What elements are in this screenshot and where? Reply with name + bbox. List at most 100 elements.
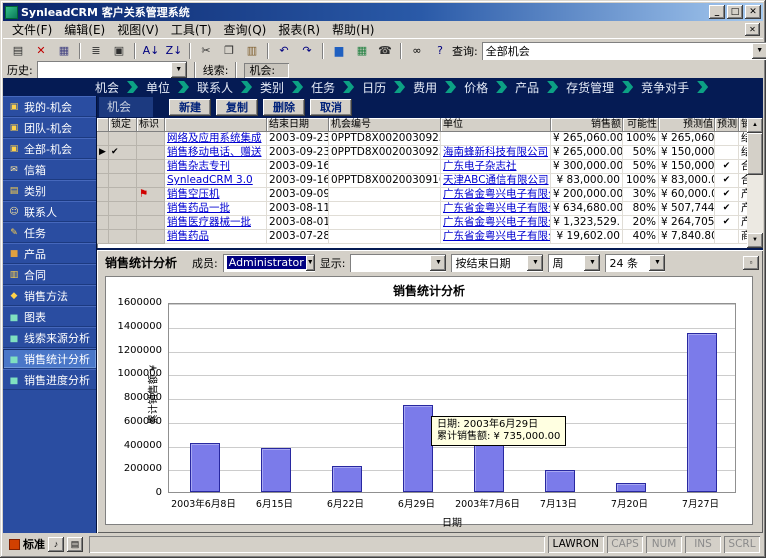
column-header[interactable]: 结束日期 bbox=[267, 118, 329, 132]
period-combobox[interactable]: 周 ▼ bbox=[548, 254, 600, 272]
sidebar-item-13[interactable]: ▅销售进度分析 bbox=[3, 369, 96, 390]
sidebar-item-4[interactable]: ▤类别 bbox=[3, 180, 96, 201]
cut-icon[interactable]: ✂ bbox=[195, 41, 217, 61]
tab-2[interactable]: 联系人 bbox=[189, 79, 241, 96]
sidebar-item-9[interactable]: ◆销售方法 bbox=[3, 285, 96, 306]
minimize-button[interactable]: _ bbox=[709, 5, 725, 19]
column-header[interactable]: 可能性 bbox=[623, 118, 659, 132]
tab-0[interactable]: 机会 bbox=[87, 79, 127, 96]
bar[interactable] bbox=[332, 466, 362, 492]
cell-name[interactable]: 销售药品 bbox=[165, 230, 267, 244]
chart-icon[interactable]: ▆ bbox=[328, 41, 350, 61]
sidebar-item-8[interactable]: ▥合同 bbox=[3, 264, 96, 285]
history-combobox[interactable]: ▼ bbox=[37, 61, 187, 79]
tab-6[interactable]: 费用 bbox=[405, 79, 445, 96]
column-header[interactable]: 销售额 bbox=[551, 118, 623, 132]
cell-name[interactable]: 销售医疗器械一批 bbox=[165, 216, 267, 230]
bar[interactable] bbox=[261, 448, 291, 492]
sort-asc-icon[interactable]: A↓ bbox=[140, 41, 162, 61]
table-row[interactable]: 销售药品2003-07-28广东省金粤兴电子有限公司¥ 19,602.0040%… bbox=[97, 230, 747, 244]
scroll-up-icon[interactable]: ▲ bbox=[747, 118, 763, 133]
cell-unit[interactable]: 广东电子杂志社 bbox=[441, 160, 551, 174]
menu-item-2[interactable]: 视图(V) bbox=[111, 20, 165, 39]
tab-7[interactable]: 价格 bbox=[456, 79, 496, 96]
bar[interactable] bbox=[687, 333, 717, 492]
chevron-down-icon[interactable]: ▼ bbox=[752, 43, 766, 59]
scrollbar-thumb[interactable] bbox=[747, 133, 763, 175]
table-row[interactable]: 销售药品一批2003-08-11广东省金粤兴电子有限公司¥ 634,680.00… bbox=[97, 202, 747, 216]
cell-unit[interactable]: 海南蜂新科技有限公司 bbox=[441, 146, 551, 160]
sidebar-item-10[interactable]: ▅图表 bbox=[3, 306, 96, 327]
print-icon[interactable]: ≣ bbox=[85, 41, 107, 61]
cell-unit[interactable]: 广东省金粤兴电子有限公司 bbox=[441, 188, 551, 202]
cell-name[interactable]: 网络及应用系统集成 bbox=[165, 132, 267, 146]
scroll-down-icon[interactable]: ▼ bbox=[747, 233, 763, 248]
redo-icon[interactable]: ↷ bbox=[296, 41, 318, 61]
tab-5[interactable]: 日历 bbox=[354, 79, 394, 96]
maximize-button[interactable]: □ bbox=[727, 5, 743, 19]
save-icon[interactable]: ▦ bbox=[53, 41, 75, 61]
chevron-down-icon[interactable]: ▼ bbox=[306, 255, 315, 271]
column-header[interactable]: 销 bbox=[739, 118, 747, 132]
phone-icon[interactable]: ☎ bbox=[374, 41, 396, 61]
tab-8[interactable]: 产品 bbox=[507, 79, 547, 96]
opportunity-button-3[interactable]: 取消 bbox=[310, 99, 352, 116]
chevron-down-icon[interactable]: ▼ bbox=[430, 255, 446, 271]
tab-10[interactable]: 竞争对手 bbox=[633, 79, 697, 96]
query-combobox[interactable]: 全部机会 ▼ bbox=[482, 42, 766, 60]
delete-icon[interactable]: ✕ bbox=[30, 41, 52, 61]
table-row[interactable]: ▶✔销售移动电话、赠送2003-09-230PPTD8X002003092300… bbox=[97, 146, 747, 160]
opportunity-segment[interactable]: 机会: bbox=[244, 63, 289, 78]
member-combobox[interactable]: Administrator ▼ bbox=[223, 254, 315, 272]
menu-item-6[interactable]: 帮助(H) bbox=[326, 20, 380, 39]
bar[interactable] bbox=[616, 483, 646, 493]
tab-1[interactable]: 单位 bbox=[138, 79, 178, 96]
close-button[interactable]: ✕ bbox=[745, 5, 761, 19]
paste-icon[interactable]: ▥ bbox=[241, 41, 263, 61]
cell-unit[interactable]: 天津ABC通信有限公司 bbox=[441, 174, 551, 188]
column-header[interactable]: 单位 bbox=[441, 118, 551, 132]
chevron-down-icon[interactable]: ▼ bbox=[171, 62, 187, 78]
tab-9[interactable]: 存货管理 bbox=[558, 79, 622, 96]
sidebar-item-6[interactable]: ✎任务 bbox=[3, 222, 96, 243]
bar[interactable] bbox=[403, 405, 433, 492]
column-header[interactable]: 预测值 bbox=[659, 118, 715, 132]
menu-item-5[interactable]: 报表(R) bbox=[272, 20, 326, 39]
sidebar-item-2[interactable]: ▣全部-机会 bbox=[3, 138, 96, 159]
chevron-down-icon[interactable]: ▼ bbox=[649, 255, 665, 271]
sort-desc-icon[interactable]: Z↓ bbox=[163, 41, 185, 61]
sidebar-item-3[interactable]: ✉信箱 bbox=[3, 159, 96, 180]
ime-keyboard-icon[interactable]: ▤ bbox=[67, 537, 83, 552]
mdi-close-button[interactable]: ✕ bbox=[745, 23, 760, 36]
tab-3[interactable]: 类别 bbox=[252, 79, 292, 96]
table-row[interactable]: 销售杂志专刊2003-09-16广东电子杂志社¥ 300,000.0050%¥ … bbox=[97, 160, 747, 174]
grid-scrollbar[interactable]: ▲ ▼ bbox=[747, 118, 763, 248]
bar[interactable] bbox=[190, 443, 220, 492]
chevron-down-icon[interactable]: ▼ bbox=[527, 255, 543, 271]
undo-icon[interactable]: ↶ bbox=[273, 41, 295, 61]
opportunity-button-1[interactable]: 复制 bbox=[216, 99, 258, 116]
table-row[interactable]: ⚑销售空压机2003-09-09广东省金粤兴电子有限公司¥ 200,000.00… bbox=[97, 188, 747, 202]
cell-unit[interactable]: 广东省金粤兴电子有限公司 bbox=[441, 230, 551, 244]
new-icon[interactable]: ▤ bbox=[7, 41, 29, 61]
bar[interactable] bbox=[545, 470, 575, 492]
column-header[interactable]: 机会编号 bbox=[329, 118, 441, 132]
column-header[interactable] bbox=[97, 118, 109, 132]
preview-icon[interactable]: ▣ bbox=[108, 41, 130, 61]
count-combobox[interactable]: 24 条 ▼ bbox=[605, 254, 665, 272]
sidebar-item-0[interactable]: ▣我的-机会 bbox=[3, 96, 96, 117]
scrollbar-track[interactable] bbox=[747, 175, 763, 233]
sidebar-item-7[interactable]: ■产品 bbox=[3, 243, 96, 264]
sidebar-item-1[interactable]: ▣团队-机会 bbox=[3, 117, 96, 138]
find-icon[interactable]: ∞ bbox=[406, 41, 428, 61]
tab-4[interactable]: 任务 bbox=[303, 79, 343, 96]
copy-icon[interactable]: ❐ bbox=[218, 41, 240, 61]
table-row[interactable]: SynleadCRM 3.02003-09-160PPTD8X002003091… bbox=[97, 174, 747, 188]
lead-label[interactable]: 线索: bbox=[203, 62, 229, 78]
cell-name[interactable]: 销售药品一批 bbox=[165, 202, 267, 216]
menu-item-3[interactable]: 工具(T) bbox=[165, 20, 218, 39]
table-row[interactable]: 销售医疗器械一批2003-08-01广东省金粤兴电子有限公司¥ 1,323,52… bbox=[97, 216, 747, 230]
menu-item-4[interactable]: 查询(Q) bbox=[218, 20, 273, 39]
cell-unit[interactable]: 广东省金粤兴电子有限公司 bbox=[441, 202, 551, 216]
group-combobox[interactable]: 按结束日期 ▼ bbox=[451, 254, 543, 272]
